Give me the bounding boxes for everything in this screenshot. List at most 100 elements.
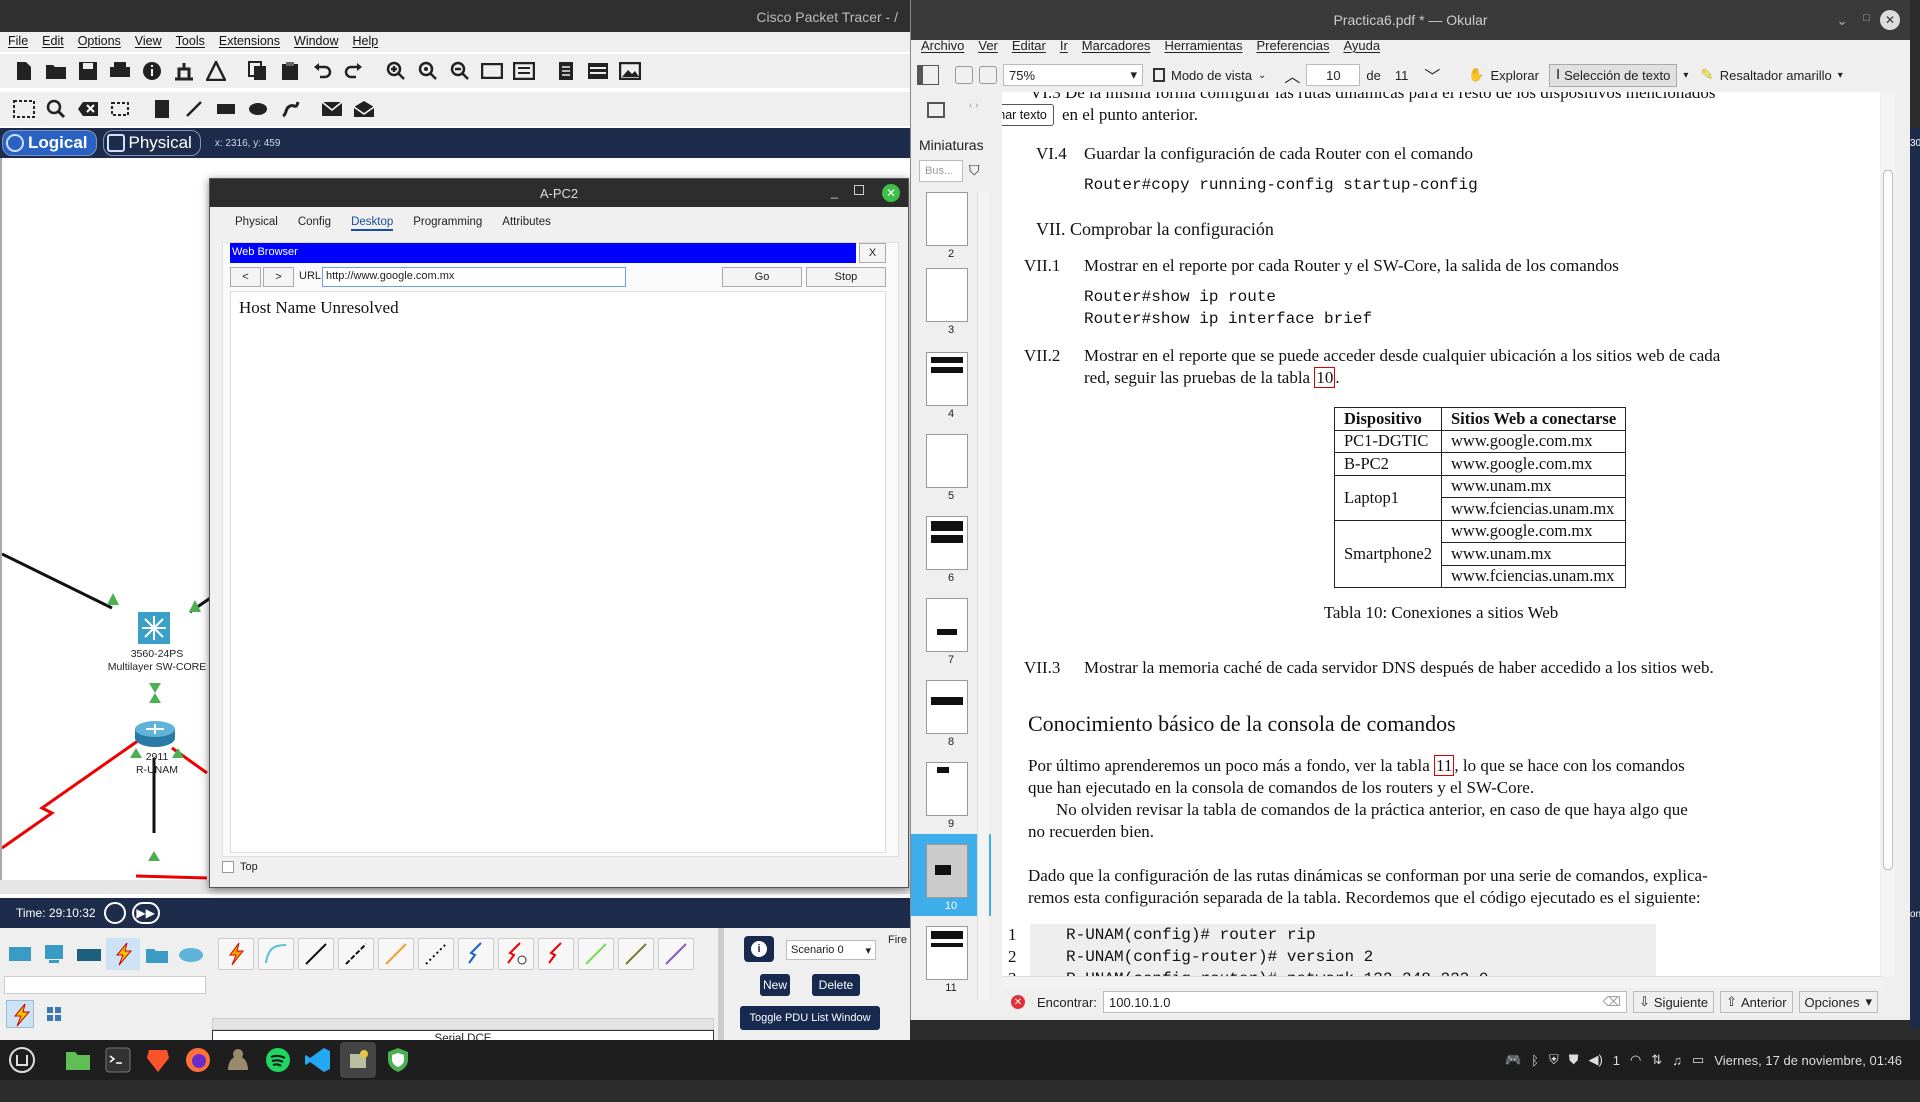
- menu-extensions[interactable]: Extensions: [219, 34, 280, 50]
- wifi-icon[interactable]: ◠: [1630, 1052, 1641, 1068]
- router-icon[interactable]: [134, 718, 176, 748]
- find-next-button[interactable]: ⇩ Siguiente: [1632, 991, 1715, 1013]
- volume-icon[interactable]: ◀): [1588, 1052, 1602, 1068]
- complex-pdu-icon[interactable]: [348, 94, 380, 124]
- paste-icon[interactable]: [274, 56, 306, 86]
- phone-cable-icon[interactable]: [418, 938, 454, 970]
- okular-close-icon[interactable]: ✕: [1880, 10, 1900, 30]
- scenario-info-icon[interactable]: i: [744, 936, 774, 962]
- start-menu-icon[interactable]: [4, 1042, 40, 1078]
- firefox-icon[interactable]: [180, 1042, 216, 1078]
- find-input[interactable]: 100.10.1.0 ⌫: [1102, 991, 1627, 1013]
- find-previous-button[interactable]: ⇧ Anterior: [1720, 991, 1793, 1013]
- packet-tracer-taskbar-icon[interactable]: [340, 1042, 376, 1078]
- menu-archivo[interactable]: Archivo: [921, 38, 964, 56]
- page-number-input[interactable]: 10: [1306, 64, 1361, 86]
- thumbnail-page-4[interactable]: [926, 352, 968, 406]
- update-icon[interactable]: ⛨: [1549, 1052, 1559, 1068]
- files-icon[interactable]: [60, 1042, 96, 1078]
- stop-button[interactable]: Stop: [806, 267, 886, 287]
- console-cable-icon[interactable]: [258, 938, 294, 970]
- multilayer-switch-icon[interactable]: [136, 610, 172, 646]
- network-devices-icon[interactable]: [4, 938, 38, 970]
- thumbnail-page-5[interactable]: [926, 434, 968, 488]
- selected-category-icon[interactable]: [6, 1000, 34, 1028]
- tab-attributes[interactable]: Attributes: [502, 216, 551, 231]
- menu-tools[interactable]: Tools: [176, 34, 205, 50]
- thumbnail-page-9[interactable]: [926, 762, 968, 816]
- components-icon[interactable]: [72, 938, 106, 970]
- thumbnail-page-2[interactable]: [926, 192, 968, 246]
- thumbnail-page-3[interactable]: [926, 268, 968, 322]
- menu-window[interactable]: Window: [294, 34, 338, 50]
- freeform-icon[interactable]: [274, 94, 306, 124]
- image-icon[interactable]: [614, 56, 646, 86]
- thumbnail-page-10[interactable]: [926, 844, 968, 898]
- filter-icon[interactable]: ⛉: [969, 162, 980, 179]
- document-horizontal-scrollbar[interactable]: [1002, 976, 1882, 988]
- text-select-tool-button[interactable]: Ⅰ Selección de texto: [1548, 63, 1678, 87]
- web-browser-close-button[interactable]: X: [859, 243, 886, 263]
- new-scenario-button[interactable]: New: [760, 974, 790, 996]
- fast-forward-icon[interactable]: ▶▶: [131, 902, 160, 924]
- toggle-pdu-list-button[interactable]: Toggle PDU List Window: [740, 1006, 880, 1030]
- view-mode-button[interactable]: Modo de vista: [1171, 68, 1252, 83]
- zoom-out-icon[interactable]: [444, 56, 476, 86]
- maximize-icon[interactable]: [854, 185, 864, 195]
- physical-mode-button[interactable]: Physical: [102, 130, 201, 156]
- bluetooth-icon[interactable]: ᛒ: [1531, 1053, 1539, 1068]
- next-page-icon[interactable]: ﹀: [1424, 63, 1440, 87]
- battery-icon[interactable]: ▭: [1692, 1052, 1704, 1068]
- spotify-icon[interactable]: [260, 1042, 296, 1078]
- octal-cable-icon[interactable]: [578, 938, 614, 970]
- menu-ayuda[interactable]: Ayuda: [1343, 38, 1380, 56]
- drawing-palette-icon[interactable]: [476, 56, 508, 86]
- end-devices-icon[interactable]: [38, 938, 72, 970]
- network-icon[interactable]: ⇅: [1651, 1052, 1662, 1068]
- tab-programming[interactable]: Programming: [413, 216, 482, 231]
- place-note-icon[interactable]: [146, 94, 178, 124]
- serial-dce-icon[interactable]: [498, 938, 534, 970]
- menu-edit[interactable]: Edit: [42, 34, 64, 50]
- menu-ver[interactable]: Ver: [978, 38, 998, 56]
- discord-icon[interactable]: 🎮: [1505, 1052, 1521, 1068]
- coaxial-icon[interactable]: [458, 938, 494, 970]
- new-file-icon[interactable]: [8, 56, 40, 86]
- device-search-box[interactable]: [4, 976, 206, 994]
- vscode-icon[interactable]: [300, 1042, 336, 1078]
- terminal-icon[interactable]: [100, 1042, 136, 1078]
- thumbnail-page-7[interactable]: [926, 598, 968, 652]
- table-10-link[interactable]: 10: [1314, 367, 1336, 388]
- okular-minimize-icon[interactable]: ⌄: [1836, 12, 1848, 29]
- copper-cross-icon[interactable]: [338, 938, 374, 970]
- select-icon[interactable]: [8, 94, 40, 124]
- music-icon[interactable]: ♫: [1672, 1053, 1682, 1068]
- menu-options[interactable]: Options: [78, 34, 121, 50]
- cable-list-scrollbar[interactable]: [212, 1018, 714, 1030]
- power-cycle-icon[interactable]: [103, 902, 126, 924]
- menu-preferencias[interactable]: Preferencias: [1256, 38, 1329, 56]
- clear-find-icon[interactable]: ⌫: [1603, 994, 1621, 1010]
- panel-splitter[interactable]: [718, 928, 724, 1040]
- browse-tool-button[interactable]: Explorar: [1491, 68, 1539, 83]
- copper-straight-icon[interactable]: [298, 938, 334, 970]
- url-input[interactable]: http://www.google.com.mx: [322, 267, 626, 287]
- fit-width-icon[interactable]: [979, 66, 997, 84]
- menu-editar[interactable]: Editar: [1012, 38, 1046, 56]
- okular-maximize-icon[interactable]: □: [1863, 12, 1870, 24]
- minimize-icon[interactable]: _: [831, 184, 838, 199]
- auto-cable-icon[interactable]: [218, 938, 254, 970]
- network-info-icon[interactable]: [168, 56, 200, 86]
- zoom-reset-icon[interactable]: [412, 56, 444, 86]
- security-shield-icon[interactable]: ⛊: [1569, 1052, 1579, 1068]
- close-icon[interactable]: ✕: [882, 184, 900, 202]
- highlighter-button[interactable]: Resaltador amarillo: [1720, 68, 1832, 83]
- tab-desktop[interactable]: Desktop: [351, 216, 394, 231]
- info-icon[interactable]: [136, 56, 168, 86]
- iot-cable-icon[interactable]: [618, 938, 654, 970]
- thumbnail-page-8[interactable]: [926, 680, 968, 734]
- simple-pdu-icon[interactable]: [316, 94, 348, 124]
- draw-ellipse-icon[interactable]: [242, 94, 274, 124]
- top-checkbox[interactable]: [222, 861, 234, 873]
- serial-dte-icon[interactable]: [538, 938, 574, 970]
